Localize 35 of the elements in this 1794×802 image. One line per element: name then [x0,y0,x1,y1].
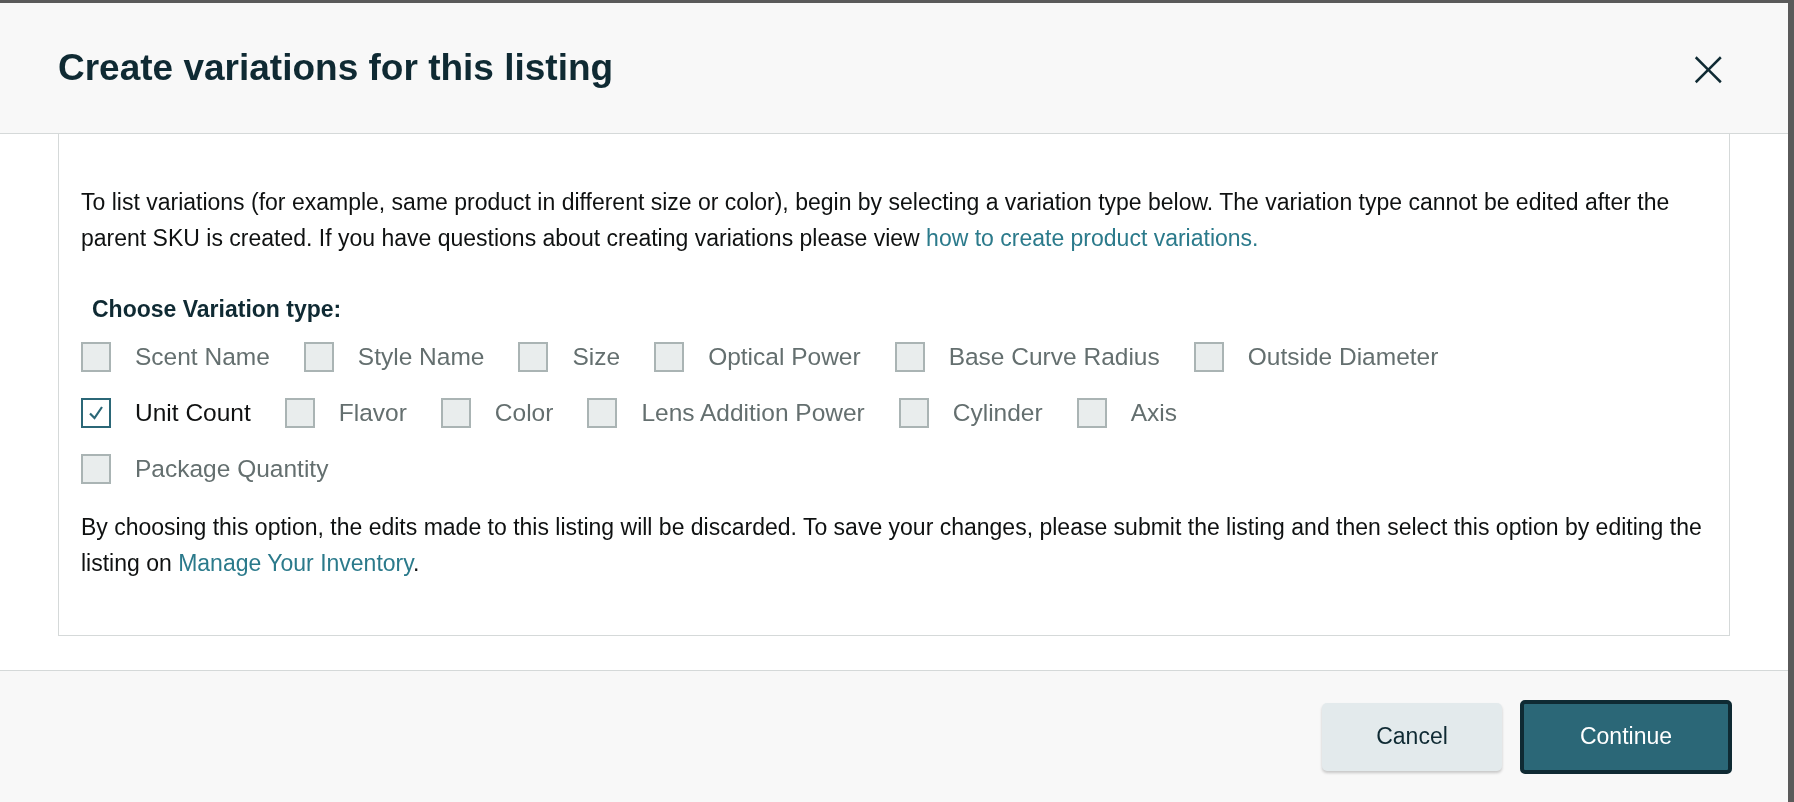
checkbox-label: Package Quantity [135,455,329,483]
help-link[interactable]: how to create product variations. [926,225,1259,251]
checkbox[interactable] [654,342,685,372]
checkbox[interactable] [81,342,111,372]
checkbox-label: Unit Count [135,399,251,427]
checkbox[interactable] [440,398,471,428]
checkbox-label: Flavor [338,399,407,427]
continue-button[interactable]: Continue [1520,699,1732,774]
intro-paragraph: To list variations (for example, same product in different size or color), begin by selecting a variation type below. The variation type cannot be edited after the parent SKU is created. If you have questions about creating variations please view how to create product variations. [81,188,1671,253]
close-button[interactable]: × [1678,42,1738,94]
checkbox[interactable] [303,342,334,372]
checkbox-label: Scent Name [135,343,270,371]
checkbox-label: Lens Addition Power [641,399,865,427]
checkbox-label: Base Curve Radius [948,343,1160,371]
checkbox[interactable] [284,398,315,428]
section-heading: Choose Variation type: [92,296,343,323]
checkbox[interactable] [587,398,618,428]
inventory-link[interactable]: Manage Your Inventory [178,550,414,576]
checkbox[interactable] [894,342,925,372]
cancel-button[interactable]: Cancel [1322,702,1502,771]
checkbox-label: Optical Power [708,343,861,371]
notice-paragraph: By choosing this option, the edits made to this listing will be discarded. To save your changes, please submit the listing and then select this option by editing the listing on Manage Your Inventory. [81,513,1703,578]
checkbox[interactable] [1193,342,1224,372]
checkbox[interactable] [1076,398,1107,428]
checkbox[interactable] [81,454,111,484]
checkbox[interactable] [518,342,549,372]
checkbox[interactable] [81,398,111,428]
checkbox[interactable] [898,398,929,428]
checkbox-label: Outside Diameter [1247,343,1439,371]
checkbox-label: Style Name [357,343,485,371]
checkbox-label: Axis [1130,399,1177,427]
dialog-title: Create variations for this listing [58,47,614,89]
checkbox-label: Cylinder [952,399,1043,427]
checkbox-label: Color [494,399,554,427]
checkbox-label: Size [572,343,621,371]
